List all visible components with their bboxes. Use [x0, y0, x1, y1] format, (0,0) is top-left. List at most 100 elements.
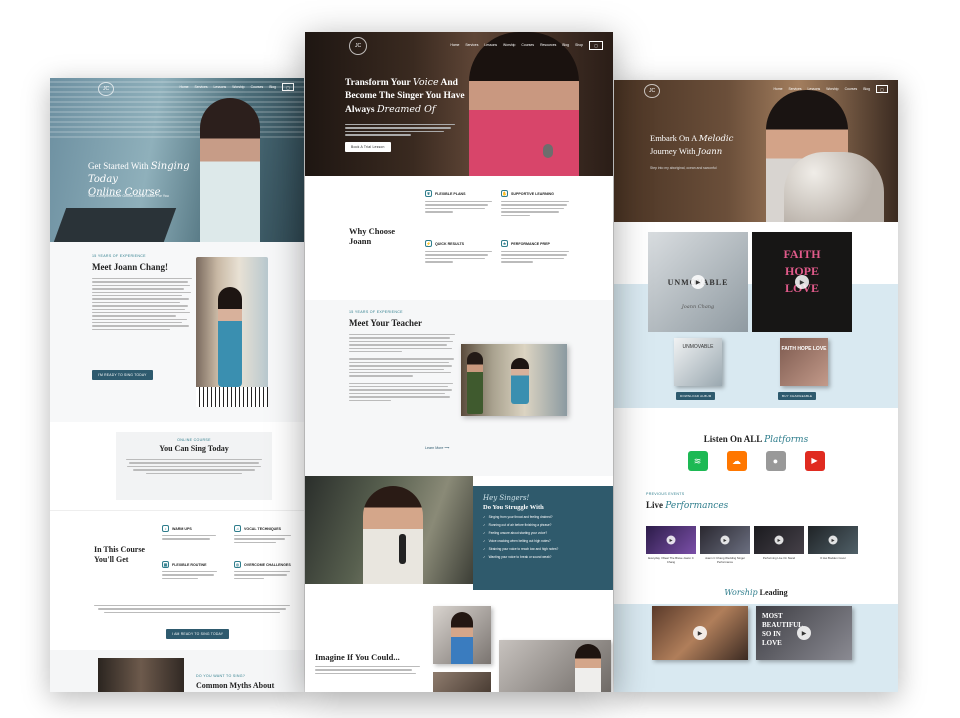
nav-link-blog[interactable]: Blog — [269, 85, 276, 89]
events-eyebrow: PREVIOUS EVENTS — [646, 492, 685, 496]
listen-title: Listen On ALL Platforms — [614, 434, 898, 445]
site-logo[interactable]: JC — [98, 82, 114, 96]
events-title: Live Performances — [646, 500, 728, 511]
left-page-mockup: JC Home Services Lessons Worship Courses… — [50, 78, 304, 692]
right-page-mockup: JC Home Services Lessons Worship Courses… — [614, 80, 898, 692]
album-cover-unmovable[interactable]: UNMOVABLE — [674, 338, 722, 386]
feature-flexible-routine: ▦ FLEXIBLE ROUTINE — [162, 561, 222, 580]
learn-section: In This Course You'll Get ♪ WARM UPS ♫ VOC… — [50, 510, 304, 650]
nav-link-courses[interactable]: Courses — [845, 87, 858, 91]
nav-link-resources[interactable]: Resources — [540, 43, 556, 47]
nav-link-home[interactable]: Home — [179, 85, 188, 89]
check-icon: ✓ — [483, 539, 486, 543]
check-icon: ✓ — [483, 523, 486, 527]
nav-link-blog[interactable]: Blog — [562, 43, 569, 47]
youtube-icon[interactable]: ▶ — [804, 451, 825, 471]
play-icon[interactable]: ▶ — [797, 626, 811, 640]
event-video-3[interactable]: ▶ — [754, 526, 804, 554]
hero-body-text — [345, 124, 455, 136]
video-faith-hope-love[interactable]: FAITH HOPE LOVE ▶ — [752, 232, 852, 332]
play-icon[interactable]: ▶ — [828, 535, 838, 545]
check-icon: ✓ — [483, 515, 486, 519]
soundcloud-icon[interactable]: ☁ — [726, 451, 747, 471]
about-body-text — [92, 278, 192, 331]
worship-video-1[interactable]: ▶ — [652, 606, 748, 660]
nav-link-shop[interactable]: Shop — [575, 43, 583, 47]
struggle-script: Hey Singers! — [483, 494, 530, 502]
play-icon[interactable]: ▶ — [691, 275, 705, 289]
student-figure — [467, 352, 483, 414]
download-album-button[interactable]: DOWNLOAD ALBUM — [676, 392, 716, 400]
nav-link-blog[interactable]: Blog — [863, 87, 870, 91]
course-eyebrow: ONLINE COURSE — [177, 438, 211, 442]
imagine-photo-1 — [433, 606, 491, 664]
feature-overcome-challenges: ◎ OVERCOME CHALLENGES — [234, 561, 294, 580]
nav-link-worship[interactable]: Worship — [826, 87, 838, 91]
about-title: Meet Joann Chang! — [92, 262, 168, 272]
listen-script: Platforms — [764, 435, 809, 445]
event-video-4[interactable]: ▶ — [808, 526, 858, 554]
nav-link-services[interactable]: Services — [789, 87, 802, 91]
play-icon[interactable]: ▶ — [795, 275, 809, 289]
why-title: Why Choose Joann — [349, 226, 396, 246]
teacher-figure — [511, 358, 529, 404]
nav-link-courses[interactable]: Courses — [251, 85, 264, 89]
struggle-list: ✓ Singing from your throat and feeling dr… — [483, 515, 603, 559]
nav-link-services[interactable]: Services — [195, 85, 208, 89]
event-caption-2: Joann C Chang Wedding Singer Performance — [704, 556, 746, 564]
struggle-text: Wanting your voice to break or sound wea… — [488, 555, 552, 559]
am-ready-to-sing-button[interactable]: I AM READY TO SING TODAY — [166, 629, 230, 639]
hero-microphone — [543, 144, 553, 158]
ready-to-sing-button[interactable]: I'M READY TO SING TODAY — [92, 370, 153, 380]
nav-link-lessons[interactable]: Lessons — [214, 85, 227, 89]
site-logo[interactable]: JC — [349, 37, 367, 55]
teacher-eyebrow: 15 YEARS OF EXPERIENCE — [349, 310, 403, 314]
cart-icon[interactable]: ▢ — [282, 83, 294, 91]
event-video-1[interactable]: ▶ — [646, 526, 696, 554]
platforms-section: Listen On ALL Platforms ≋ ☁ ● ▶ — [614, 408, 898, 480]
check-icon: ✓ — [483, 547, 486, 551]
nav-link-lessons[interactable]: Lessons — [484, 43, 497, 47]
play-icon[interactable]: ▶ — [720, 535, 730, 545]
why-section: Why Choose Joann ❦ FLEXIBLE PLANS ✋ SUPPOR… — [305, 176, 613, 300]
teacher-piano-photo — [196, 257, 268, 407]
singer-photo — [305, 476, 473, 584]
nav-link-home[interactable]: Home — [450, 43, 459, 47]
learn-more-link[interactable]: Learn More ⟶ — [425, 446, 450, 450]
album-title: FAITH HOPE LOVE — [781, 346, 827, 352]
teacher-body-text — [349, 334, 455, 402]
play-icon[interactable]: ▶ — [774, 535, 784, 545]
arrow-right-icon: ⟶ — [444, 446, 450, 450]
video-unmovable[interactable]: UNMOVABLE Joann Chang ▶ — [648, 232, 748, 332]
learn-more-text: Learn More — [425, 446, 444, 450]
nav-link-worship[interactable]: Worship — [232, 85, 244, 89]
worship-video-2[interactable]: MOST BEAUTIFUL SO IN LOVE ▶ — [756, 606, 852, 660]
cart-icon[interactable]: ▢ — [876, 85, 888, 93]
book-trial-button[interactable]: Book A Trial Lesson — [345, 142, 391, 152]
left-hero-subtitle: Your Comprehensive Online Course Made Fo… — [88, 194, 169, 198]
buy-chargeable-button[interactable]: BUY CHARGEABLE — [778, 392, 817, 400]
nav-link-worship[interactable]: Worship — [503, 43, 515, 47]
site-logo[interactable]: JC — [644, 84, 660, 98]
right-nav: JC Home Services Lessons Worship Courses… — [614, 80, 898, 98]
cart-icon[interactable]: ▢ — [589, 40, 603, 50]
play-icon[interactable]: ▶ — [693, 626, 707, 640]
myths-title: Common Myths About — [196, 681, 275, 690]
video-title: FAITH HOPE LOVE — [783, 247, 821, 295]
worship-script: Worship — [724, 588, 758, 597]
piano-keys — [196, 387, 268, 407]
apple-music-icon[interactable]: ● — [765, 451, 786, 471]
nav-link-home[interactable]: Home — [773, 87, 782, 91]
spotify-icon[interactable]: ≋ — [687, 451, 708, 471]
nav-link-courses[interactable]: Courses — [521, 43, 534, 47]
leaf-icon: ❦ — [425, 190, 432, 197]
nav-link-lessons[interactable]: Lessons — [808, 87, 821, 91]
nav-link-services[interactable]: Services — [465, 43, 478, 47]
struggle-item: ✓ Running out of air before finishing a p… — [483, 523, 603, 527]
play-icon[interactable]: ▶ — [666, 535, 676, 545]
album-cover-faith[interactable]: FAITH HOPE LOVE — [780, 338, 828, 386]
event-video-2[interactable]: ▶ — [700, 526, 750, 554]
note-icon: ♫ — [234, 525, 241, 532]
course-card: ONLINE COURSE You Can Sing Today — [116, 432, 272, 500]
teacher-photo — [461, 344, 567, 416]
